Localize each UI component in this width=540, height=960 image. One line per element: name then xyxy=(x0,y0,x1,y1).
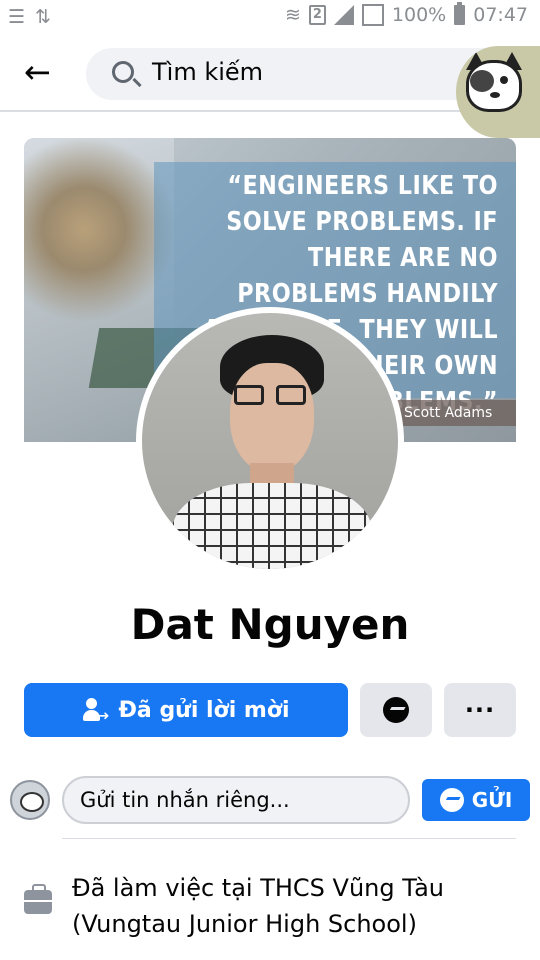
send-button[interactable]: GỬI xyxy=(422,779,530,821)
profile-name: Dat Nguyen xyxy=(130,600,410,649)
status-bar: ☰ ⇅ ≋ 2 100% 07:47 xyxy=(0,0,540,36)
signal-icon xyxy=(333,5,354,25)
mascot-nose xyxy=(490,92,500,98)
sim-badge: 2 xyxy=(308,5,326,25)
battery-percent: 100% xyxy=(391,4,447,26)
divider xyxy=(62,838,516,839)
friend-request-sent-button[interactable]: ➜ Đã gửi lời mời xyxy=(24,683,348,737)
mascot-patch xyxy=(470,70,494,92)
avatar-photo xyxy=(142,313,398,569)
search-header: ← Tìm kiếm xyxy=(0,40,540,138)
more-options-button[interactable]: ··· xyxy=(444,683,516,737)
friend-request-label: Đã gửi lời mời xyxy=(118,697,290,723)
private-message-input[interactable]: Gửi tin nhắn riêng... xyxy=(62,776,410,824)
my-avatar xyxy=(10,780,50,820)
search-icon xyxy=(112,61,134,83)
profile-avatar[interactable] xyxy=(136,307,404,575)
message-composer: Gửi tin nhắn riêng... GỬI xyxy=(0,770,540,834)
more-dots-icon: ··· xyxy=(464,696,496,724)
signal-icon-secondary xyxy=(361,4,384,26)
notification-list-icon: ☰ xyxy=(8,6,26,28)
avatar-face xyxy=(230,363,314,473)
work-text[interactable]: Đã làm việc tại THCS Vũng Tàu (Vungtau J… xyxy=(72,870,522,942)
send-label: GỬI xyxy=(471,788,513,812)
glasses-icon xyxy=(234,385,264,405)
briefcase-icon xyxy=(24,884,52,914)
messenger-button[interactable] xyxy=(360,683,432,737)
search-placeholder: Tìm kiếm xyxy=(152,58,264,86)
battery-icon xyxy=(454,2,466,25)
messenger-icon xyxy=(383,697,409,723)
data-transfer-icon: ⇅ xyxy=(35,6,51,28)
back-arrow-icon[interactable]: ← xyxy=(24,54,60,90)
messenger-icon xyxy=(439,788,464,812)
quote-author: Scott Adams xyxy=(394,400,516,426)
person-arrow-icon: ➜ xyxy=(82,698,109,723)
mascot-eye xyxy=(500,76,508,84)
clock: 07:47 xyxy=(473,4,528,26)
glasses-icon xyxy=(276,385,306,405)
wifi-icon: ≋ xyxy=(284,4,301,26)
avatar-shirt xyxy=(172,483,372,569)
floating-mascot-bubble[interactable] xyxy=(456,46,540,138)
